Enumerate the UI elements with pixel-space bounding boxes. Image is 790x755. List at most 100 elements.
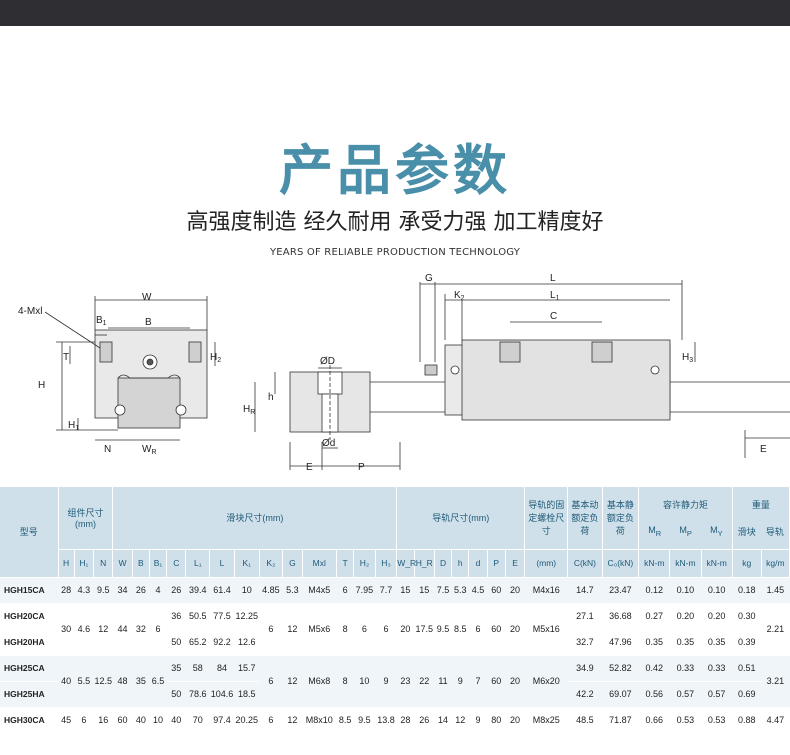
cell-kg: 0.88 (732, 706, 762, 734)
sub-header-cell: W (112, 549, 133, 578)
model-cell: HGH20HA (0, 629, 59, 656)
cell-h2: 7.95 (353, 576, 376, 604)
hh-label: h (268, 392, 274, 403)
table-row: HGH25CA 40 5.5 12.5 48 35 6.5 35 58 84 15.7 6 12 M6x8… (0, 654, 790, 708)
p-label: P (358, 462, 365, 473)
cell-b: 40 (132, 706, 150, 734)
cell-h1: 4.3 (74, 576, 94, 604)
cell-g: 12 (282, 602, 303, 656)
cell-l: 92.2 (209, 629, 235, 656)
cell-g: 5.3 (282, 576, 303, 604)
sub-header-cell: kg (732, 549, 762, 578)
cell-k1: 12.6 (234, 629, 260, 656)
cell-e: 20 (505, 654, 525, 708)
sub-header-cell: L (209, 549, 235, 578)
cell-cdyn: 27.1 (567, 602, 603, 630)
cell-l1: 58 (185, 654, 210, 682)
cell-mxl: M8x10 (302, 706, 337, 734)
group-dynamic: 基本动额定负荷 (567, 487, 603, 550)
cell-my: 0.20 (701, 602, 733, 630)
cell-l: 84 (209, 654, 235, 682)
cell-mr: 0.27 (638, 602, 670, 630)
cell-hr: 15 (414, 576, 435, 604)
cell-h: 28 (58, 576, 75, 604)
wr-label: WR (142, 444, 157, 456)
cell-h3: 13.8 (375, 706, 397, 734)
cell-k1: 15.7 (234, 654, 260, 682)
cell-mr: 0.35 (638, 629, 670, 656)
weight-rail: 导轨 (765, 526, 784, 537)
cell-b1: 10 (149, 706, 167, 734)
moment-mp: MP (679, 524, 692, 538)
cell-p: 60 (487, 602, 506, 656)
k2-label: K2 (454, 290, 465, 302)
cell-w: 44 (112, 602, 133, 656)
sub-header-cell: C(kN) (567, 549, 603, 578)
cell-cdyn: 48.5 (567, 706, 603, 734)
group-bolt: 导轨的固定螺栓尺寸 (524, 487, 569, 550)
cell-my: 0.10 (701, 576, 733, 604)
cell-mxl: M4x5 (302, 576, 337, 604)
cell-t: 6 (336, 576, 354, 604)
h3-label: H3 (682, 352, 693, 364)
model-cell: HGH30CA (0, 706, 59, 734)
spec-table-container: 型号 组件尺寸(mm) 滑块尺寸(mm) 导轨尺寸(mm) 导轨的固定螺栓尺寸 … (0, 487, 790, 755)
cell-mxl: M6x8 (302, 654, 337, 708)
sub-header-cell: Mxl (302, 549, 337, 578)
cell-e: 20 (505, 576, 525, 604)
l-label: L (550, 273, 556, 284)
moment-my: MY (710, 524, 723, 538)
sub-header-cell: K₁ (234, 549, 260, 578)
weight-block: 滑块 (737, 526, 756, 537)
n-label: N (104, 444, 111, 455)
sub-header-row: H H₁ N W B B₁ C L₁ L K₁ K₂ G Mxl T H₂ H₃ W_R H_R Dh d P E (mm)… (0, 549, 790, 578)
cell-mr: 0.66 (638, 706, 670, 734)
group-weight: 重量 滑块 导轨 (732, 487, 790, 550)
cell-h: 12 (451, 706, 469, 734)
h1-label: H1 (68, 420, 79, 432)
sub-header-cell: E (505, 549, 526, 578)
h-label: H (38, 380, 45, 391)
cell-p: 80 (487, 706, 506, 734)
model-cell: HGH25HA (0, 681, 59, 708)
cell-kgm: 1.45 (761, 576, 790, 604)
sub-header-cell: G (282, 549, 303, 578)
cell-bolt: M6x20 (524, 654, 568, 708)
cell-kg: 0.69 (732, 681, 762, 708)
b-label: B (145, 317, 152, 328)
cell-mr: 0.56 (638, 681, 670, 708)
cell-cdyn: 42.2 (567, 681, 603, 708)
cell-l1: 50.5 (185, 602, 210, 630)
h2-label: H2 (210, 352, 221, 364)
page-subtitle: 高强度制造 经久耐用 承受力强 加工精度好 (186, 210, 604, 235)
cell-g: 12 (282, 706, 303, 734)
t-label: T (63, 352, 69, 363)
model-cell: HGH15CA (0, 576, 59, 604)
table-row: HGH30CA 45 6 16 60 40 10 40 70 97.4 20.25 6 12 M8x10 8… (0, 706, 790, 734)
cell-wr: 23 (396, 654, 414, 708)
cell-bolt: M8x25 (524, 706, 568, 734)
cell-my: 0.35 (701, 629, 733, 656)
cell-kgm: 3.21 (761, 654, 790, 708)
sub-header-cell: C (166, 549, 187, 578)
cell-h: 30 (58, 602, 75, 656)
cell-d: 6 (468, 602, 488, 656)
cell-h: 9 (451, 654, 469, 708)
od-label: ØD (320, 356, 335, 367)
cell-cstat: 71.87 (602, 706, 639, 734)
cell-h1: 5.5 (74, 654, 94, 708)
model-cell: HGH20CA (0, 602, 59, 630)
cell-l: 61.4 (209, 576, 235, 604)
sub-header-cell: B₁ (149, 549, 168, 578)
cell-c: 35 (166, 654, 186, 682)
cell-h2: 6 (353, 602, 376, 656)
cell-cstat: 69.07 (602, 681, 639, 708)
cell-mr: 0.42 (638, 654, 670, 682)
table-row: HGH15CA 28 4.3 9.5 34 26 4 26 39.4 61.4 10 4.85 5.3 M… (0, 576, 790, 604)
model-cell: HGH25CA (0, 654, 59, 682)
sub-header-cell: K₂ (259, 549, 284, 578)
cell-l1: 78.6 (185, 681, 210, 708)
b1-label: B1 (96, 315, 107, 327)
cell-c: 26 (166, 576, 186, 604)
group-moment: 容许静力矩 MR MP MY (638, 487, 733, 550)
